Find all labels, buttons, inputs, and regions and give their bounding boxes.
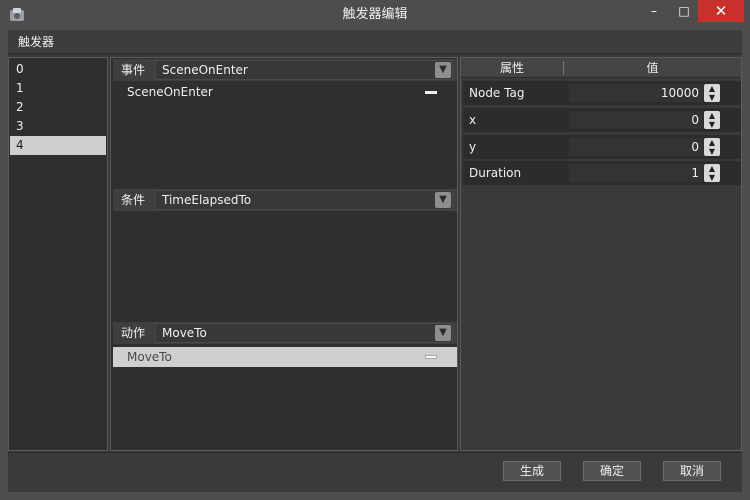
arrow-up-icon[interactable]: ▲ — [704, 111, 720, 120]
property-input[interactable]: 10000 — [569, 84, 703, 102]
window-title: 触发器编辑 — [342, 7, 408, 22]
list-item[interactable]: 3 — [10, 117, 106, 136]
minus-icon[interactable] — [425, 91, 437, 94]
condition-combo-value: TimeElapsedTo — [162, 193, 252, 207]
action-combo[interactable]: MoveTo ▼ — [155, 323, 453, 343]
chevron-down-icon[interactable]: ▼ — [435, 192, 451, 208]
event-combo-value: SceneOnEnter — [162, 63, 248, 77]
ok-button[interactable]: 确定 — [583, 461, 641, 481]
property-header: 属性 值 — [461, 58, 741, 78]
list-item[interactable]: 0 — [10, 60, 106, 79]
property-row: y 0 ▲ ▼ — [463, 135, 741, 159]
trigger-list[interactable]: 0 1 2 3 4 — [8, 57, 108, 451]
condition-label: 条件 — [121, 193, 146, 207]
arrow-down-icon[interactable]: ▼ — [704, 120, 720, 129]
property-panel: 属性 值 Node Tag 10000 ▲ ▼ x 0 ▲ ▼ y 0 ▲ ▼ … — [460, 57, 742, 451]
property-row: x 0 ▲ ▼ — [463, 108, 741, 132]
event-entry[interactable]: SceneOnEnter — [113, 82, 457, 102]
header-name: 属性 — [499, 61, 524, 75]
event-list[interactable]: SceneOnEnter — [113, 81, 457, 185]
spin-box[interactable]: ▲ ▼ — [704, 111, 720, 129]
chevron-down-icon[interactable]: ▼ — [435, 62, 451, 78]
condition-combo[interactable]: TimeElapsedTo ▼ — [155, 190, 453, 210]
action-section-header: 动作 MoveTo ▼ — [113, 322, 457, 344]
action-entry-label: MoveTo — [127, 350, 172, 364]
property-input[interactable]: 0 — [569, 138, 703, 156]
list-item-selected[interactable]: 4 — [10, 136, 106, 155]
title-bar[interactable]: 触发器编辑 – □ ✕ — [0, 0, 750, 30]
trigger-editor-panel: 事件 SceneOnEnter ▼ SceneOnEnter 条件 TimeEl… — [110, 57, 458, 451]
arrow-down-icon[interactable]: ▼ — [704, 93, 720, 102]
event-section-header: 事件 SceneOnEnter ▼ — [113, 59, 457, 81]
condition-section-header: 条件 TimeElapsedTo ▼ — [113, 189, 457, 211]
spin-box[interactable]: ▲ ▼ — [704, 164, 720, 182]
condition-list[interactable] — [113, 213, 457, 319]
menu-bar: 触发器 — [8, 30, 742, 54]
property-row: Duration 1 ▲ ▼ — [463, 161, 741, 185]
header-value: 值 — [646, 61, 659, 75]
arrow-down-icon[interactable]: ▼ — [704, 173, 720, 182]
event-entry-label: SceneOnEnter — [127, 85, 213, 99]
property-row: Node Tag 10000 ▲ ▼ — [463, 81, 741, 105]
list-item[interactable]: 2 — [10, 98, 106, 117]
property-input[interactable]: 1 — [569, 164, 703, 182]
client-area: 触发器 0 1 2 3 4 事件 SceneOnEnter ▼ SceneOnE… — [8, 30, 742, 492]
property-value: 1 — [691, 166, 699, 180]
action-list[interactable]: MoveTo — [113, 346, 457, 448]
generate-button[interactable]: 生成 — [503, 461, 561, 481]
list-item[interactable]: 1 — [10, 79, 106, 98]
window: 触发器编辑 – □ ✕ 触发器 0 1 2 3 4 事件 SceneOnEnte… — [0, 0, 750, 500]
close-button[interactable]: ✕ — [698, 0, 744, 22]
menu-item-trigger[interactable]: 触发器 — [18, 30, 54, 54]
minus-icon[interactable] — [425, 355, 437, 359]
property-value: 10000 — [660, 86, 699, 100]
spin-box[interactable]: ▲ ▼ — [704, 138, 720, 156]
arrow-up-icon[interactable]: ▲ — [704, 84, 720, 93]
property-name: Node Tag — [469, 86, 525, 100]
minimize-button[interactable]: – — [640, 0, 668, 22]
maximize-button[interactable]: □ — [670, 0, 698, 22]
property-value: 0 — [691, 113, 699, 127]
property-name: y — [469, 140, 477, 154]
arrow-down-icon[interactable]: ▼ — [704, 147, 720, 156]
arrow-up-icon[interactable]: ▲ — [704, 138, 720, 147]
spin-box[interactable]: ▲ ▼ — [704, 84, 720, 102]
property-name: x — [469, 113, 477, 127]
action-combo-value: MoveTo — [162, 326, 207, 340]
event-label: 事件 — [121, 63, 146, 77]
action-label: 动作 — [121, 326, 146, 340]
arrow-up-icon[interactable]: ▲ — [704, 164, 720, 173]
property-name: Duration — [469, 166, 522, 180]
property-value: 0 — [691, 140, 699, 154]
cancel-button[interactable]: 取消 — [663, 461, 721, 481]
event-combo[interactable]: SceneOnEnter ▼ — [155, 60, 453, 80]
action-entry-selected[interactable]: MoveTo — [113, 347, 457, 367]
bottom-divider — [8, 452, 742, 453]
property-input[interactable]: 0 — [569, 111, 703, 129]
chevron-down-icon[interactable]: ▼ — [435, 325, 451, 341]
